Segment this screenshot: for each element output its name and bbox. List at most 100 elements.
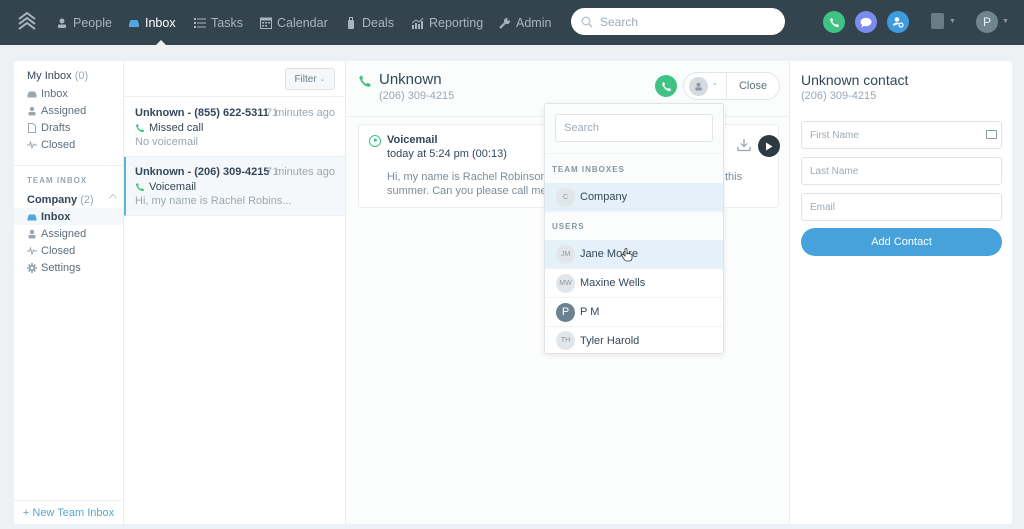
dropdown-user-tyler-harold[interactable]: TH Tyler Harold (545, 326, 723, 355)
first-name-field[interactable] (801, 121, 1002, 149)
chat-bubble-icon (860, 17, 872, 27)
nav-inbox[interactable]: Inbox (128, 0, 176, 45)
nav-people[interactable]: People (56, 0, 112, 45)
inbox-icon (129, 19, 139, 27)
hand-cursor-icon (621, 248, 633, 262)
chevron-down-icon: ⌄ (319, 76, 326, 83)
team-label: Company (27, 194, 78, 206)
global-search[interactable] (571, 8, 785, 35)
assign-dropdown: TEAM INBOXES C Company USERS JM Jane Moo… (544, 103, 724, 354)
people-icon (58, 18, 66, 28)
inbox-icon (27, 214, 37, 220)
user-avatar: TH (556, 331, 575, 350)
nav-label: Tasks (211, 15, 243, 30)
sidebar-item-label: Assigned (41, 227, 87, 240)
email-field[interactable] (801, 193, 1002, 221)
calling-button[interactable] (823, 11, 845, 33)
deals-icon (348, 16, 354, 29)
conversation-time: 7 minutes ago (265, 107, 335, 119)
pulse-icon (27, 245, 37, 256)
chevron-up-icon[interactable] (108, 193, 118, 203)
download-icon[interactable] (737, 138, 751, 152)
contact-phone: (206) 309-4215 (801, 90, 877, 102)
dropdown-search-area (545, 104, 723, 154)
active-nav-indicator (155, 40, 167, 46)
team-name: Company (580, 191, 628, 203)
contact-card-icon[interactable] (986, 130, 997, 139)
nav-tasks[interactable]: Tasks (194, 0, 243, 45)
logo-icon[interactable] (17, 11, 37, 33)
team-count: (2) (80, 194, 94, 206)
nav-label: Reporting (429, 15, 484, 30)
user-settings-icon (893, 17, 904, 28)
phone-icon (135, 182, 145, 192)
chevron-down-icon[interactable]: ▼ (1002, 18, 1009, 25)
sidebar-item-drafts[interactable]: Drafts (14, 119, 123, 136)
sidebar-item-my-closed[interactable]: Closed (14, 136, 123, 153)
close-conversation-button[interactable]: Close (726, 72, 780, 100)
phone-icon (359, 75, 371, 87)
sidebar-item-team-closed[interactable]: Closed (14, 242, 123, 259)
conversation-type: Missed call (135, 122, 345, 134)
voicemail-transcript-end: this (725, 171, 743, 183)
pulse-icon (27, 139, 37, 150)
filter-button[interactable]: Filter ⌄ (285, 68, 335, 90)
search-icon (581, 16, 593, 28)
thread-title: Unknown (379, 71, 442, 88)
dropdown-user-jane-moore[interactable]: JM Jane Moore (545, 240, 723, 269)
knowledge-book-icon[interactable] (931, 13, 944, 29)
thread-phone: (206) 309-4215 (379, 90, 455, 102)
nav-label: Deals (362, 15, 394, 30)
phone-icon (661, 81, 671, 91)
my-inbox-header[interactable]: My Inbox (0) (27, 70, 88, 82)
sidebar-item-label: Assigned (41, 104, 87, 117)
my-inbox-count: (0) (74, 70, 89, 82)
dropdown-user-maxine-wells[interactable]: MW Maxine Wells (545, 269, 723, 298)
draft-icon (28, 122, 36, 133)
play-voicemail-button[interactable] (758, 135, 780, 157)
contact-panel: Unknown contact (206) 309-4215 Add Conta… (790, 61, 1012, 524)
nav-label: Admin (516, 15, 552, 30)
sidebar-item-label: Closed (41, 138, 76, 151)
conversation-preview: Hi, my name is Rachel Robins... (135, 195, 292, 207)
nav-label: Inbox (145, 15, 176, 30)
conversation-list: Filter ⌄ Unknown - (855) 622-5311 1 7 mi… (124, 61, 346, 524)
nav-reporting[interactable]: Reporting (412, 0, 483, 45)
chat-button[interactable] (855, 11, 877, 33)
reporting-icon (412, 17, 424, 29)
assign-button[interactable]: ⌄ (683, 72, 727, 100)
dropdown-team-company[interactable]: C Company (545, 183, 723, 212)
nav-label: People (73, 15, 112, 30)
user-avatar[interactable]: P (976, 11, 998, 33)
user-avatar: JM (556, 244, 575, 264)
list-toolbar: Filter ⌄ (124, 61, 345, 97)
sidebar-item-my-assigned[interactable]: Assigned (14, 102, 123, 119)
nav-calendar[interactable]: Calendar (260, 0, 328, 45)
contact-title: Unknown contact (801, 72, 909, 88)
dropdown-user-p-m[interactable]: P P M (545, 298, 723, 327)
call-button[interactable] (655, 75, 677, 97)
inbox-icon (27, 91, 37, 97)
chevron-down-icon[interactable]: ▼ (949, 18, 956, 25)
sales-tools-button[interactable] (887, 11, 909, 33)
new-team-inbox-link[interactable]: + New Team Inbox (14, 500, 123, 524)
sidebar-item-team-assigned[interactable]: Assigned (14, 225, 123, 242)
conversation-item[interactable]: Unknown - (855) 622-5311 1 7 minutes ago… (124, 98, 345, 157)
nav-deals[interactable]: Deals (345, 0, 394, 45)
team-inboxes-section-label: TEAM INBOXES (552, 165, 625, 174)
user-avatar: MW (556, 273, 575, 293)
global-search-input[interactable] (600, 14, 770, 29)
phone-icon (135, 123, 145, 133)
user-name: Tyler Harold (580, 334, 640, 347)
last-name-field[interactable] (801, 157, 1002, 185)
nav-admin[interactable]: Admin (499, 0, 551, 45)
sidebar-item-settings[interactable]: Settings (14, 259, 123, 276)
team-company-header[interactable]: Company (2) (27, 194, 94, 206)
assignee-search-input[interactable] (555, 114, 713, 142)
add-contact-button[interactable]: Add Contact (801, 228, 1002, 256)
sidebar-item-team-inbox[interactable]: Inbox (14, 208, 123, 225)
sidebar-item-label: Inbox (41, 87, 68, 100)
conversation-item-selected[interactable]: Unknown - (206) 309-4215 1 7 minutes ago… (124, 157, 345, 216)
sidebar-item-my-inbox[interactable]: Inbox (14, 85, 123, 102)
nav-label: Calendar (277, 15, 328, 30)
